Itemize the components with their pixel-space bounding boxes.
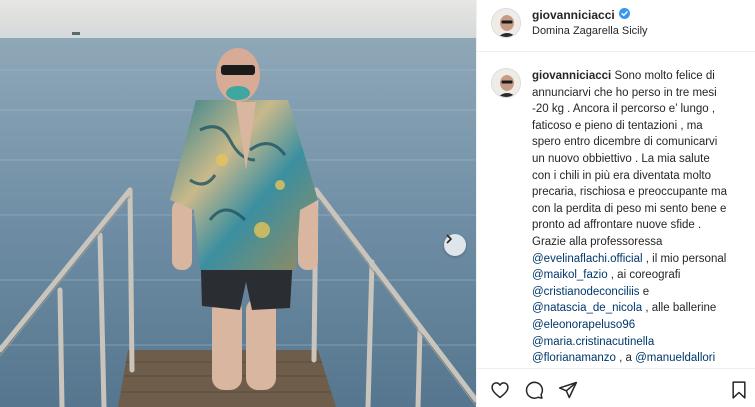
caption-text: pronto ad affrontare nuove sfide . [532, 219, 702, 232]
profile-picture [492, 69, 520, 97]
caption-line: con i chili in più era diventata molto [532, 168, 746, 185]
save-button[interactable] [728, 379, 750, 401]
avatar[interactable] [491, 8, 521, 38]
caption-section: giovanniciacci Sono molto felice di annun… [477, 52, 755, 368]
caption-text: con la perdita di peso mi sento bene e [532, 202, 727, 215]
caption-text: faticoso e pieno di tentazioni , ma [532, 119, 703, 132]
paper-plane-icon [558, 381, 578, 399]
post-photo[interactable] [0, 0, 476, 407]
mention-link[interactable]: @cristianodeconciliis [532, 286, 640, 298]
caption-text: , a [615, 352, 636, 365]
caption-text: un nuovo obbiettivo . La mia salute [532, 152, 710, 165]
caption-line: @eleonorapeluso96 [532, 317, 746, 334]
caption-text: -20 kg . Ancora il percorso e’ lungo , [532, 103, 716, 116]
caption-text: , alle ballerine [642, 302, 717, 315]
chevron-right-icon [446, 234, 452, 244]
header-username[interactable]: giovanniciacci [532, 8, 615, 22]
caption-line: @cristianodeconciliis e [532, 284, 746, 301]
caption-text: , il mio personal [642, 252, 727, 265]
caption-text: Sono molto felice di [611, 70, 715, 82]
caption-username[interactable]: giovanniciacci [532, 70, 611, 82]
post-caption: giovanniciacci Sono molto felice di annun… [532, 68, 746, 368]
caption-text: Grazie alla professoressa [532, 235, 663, 248]
comment-icon [525, 381, 544, 399]
post-side-panel: giovanniciacci Domina Zagarella Sicily g… [476, 0, 755, 407]
caption-line: @maikol_fazio , ai coreografi [532, 267, 746, 284]
caption-line: annunciarvi che ho perso in tre mesi [532, 85, 746, 102]
caption-line: precaria, rischiosa e preoccupante ma [532, 184, 746, 201]
caption-line: @maria.cristinacutinella [532, 334, 746, 351]
comment-button[interactable] [523, 379, 545, 401]
mention-link[interactable]: @manueldallori [635, 352, 715, 364]
heart-icon [491, 382, 509, 399]
next-photo-button[interactable] [444, 234, 466, 256]
caption-text: precaria, rischiosa e preoccupante ma [532, 186, 727, 199]
caption-line: con la perdita di peso mi sento bene e [532, 201, 746, 218]
mention-link[interactable]: @florianamanzo [532, 352, 616, 364]
mention-link[interactable]: @evelinaflachi.official [532, 253, 643, 265]
share-button[interactable] [557, 379, 579, 401]
mention-link[interactable]: @maria.cristinacutinella [532, 336, 654, 348]
header-username-row: giovanniciacci [532, 8, 630, 22]
verified-badge-icon [618, 8, 630, 22]
caption-text: spero entro dicembre di comunicarvi [532, 136, 718, 149]
caption-line: Grazie alla professoressa [532, 234, 746, 251]
caption-line: spero entro dicembre di comunicarvi [532, 134, 746, 151]
caption-text: annunciarvi che ho perso in tre mesi [532, 86, 717, 99]
caption-line: @natascia_de_nicola , alle ballerine [532, 300, 746, 317]
post-image [0, 0, 476, 407]
caption-text: , ai coreografi [607, 269, 681, 282]
profile-picture [492, 9, 520, 37]
caption-text: con i chili in più era diventata molto [532, 169, 711, 182]
post-header: giovanniciacci Domina Zagarella Sicily [477, 0, 755, 52]
caption-line: un nuovo obbiettivo . La mia salute [532, 151, 746, 168]
action-bar [477, 368, 755, 407]
caption-line: faticoso e pieno di tentazioni , ma [532, 118, 746, 135]
caption-line: -20 kg . Ancora il percorso e’ lungo , [532, 101, 746, 118]
caption-text: e [639, 285, 650, 298]
mention-link[interactable]: @natascia_de_nicola [532, 302, 642, 314]
caption-line: pronto ad affrontare nuove sfide . [532, 217, 746, 234]
bookmark-icon [732, 381, 746, 399]
caption-line: @florianamanzo , a @manueldallori [532, 350, 746, 367]
mention-link[interactable]: @maikol_fazio [532, 269, 608, 281]
caption-line: @evelinaflachi.official , il mio persona… [532, 251, 746, 268]
like-button[interactable] [489, 379, 511, 401]
mention-link[interactable]: @eleonorapeluso96 [532, 319, 635, 331]
header-location[interactable]: Domina Zagarella Sicily [532, 25, 648, 37]
avatar[interactable] [491, 68, 521, 98]
caption-line: giovanniciacci Sono molto felice di [532, 68, 746, 85]
